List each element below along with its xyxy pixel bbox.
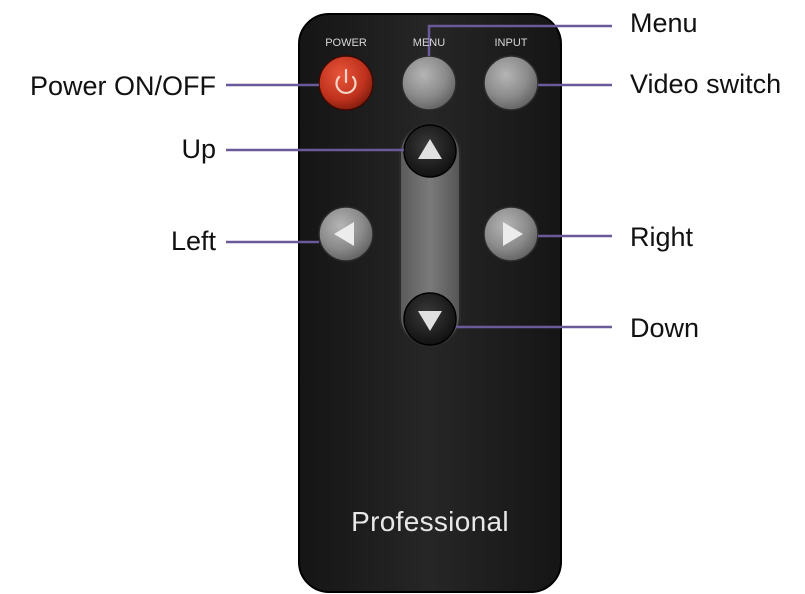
down-button[interactable] [403, 292, 457, 346]
callout-menu: Menu [630, 8, 698, 38]
callout-left: Left [170, 226, 216, 256]
menu-button-label: MENU [412, 37, 446, 49]
callout-power: Power ON/OFF [29, 71, 216, 101]
input-button[interactable] [483, 55, 539, 111]
input-button-label: INPUT [494, 37, 528, 49]
callout-right: Right [630, 222, 694, 252]
brand-text: Professional [351, 506, 509, 537]
left-button[interactable] [318, 206, 374, 262]
up-button[interactable] [403, 124, 457, 178]
callout-video-switch: Video switch [630, 69, 782, 99]
right-button[interactable] [483, 206, 539, 262]
callout-up: Up [181, 134, 216, 164]
power-button[interactable] [318, 55, 374, 111]
menu-button[interactable] [401, 55, 457, 111]
callout-down: Down [630, 313, 700, 343]
power-button-label: POWER [325, 37, 367, 49]
